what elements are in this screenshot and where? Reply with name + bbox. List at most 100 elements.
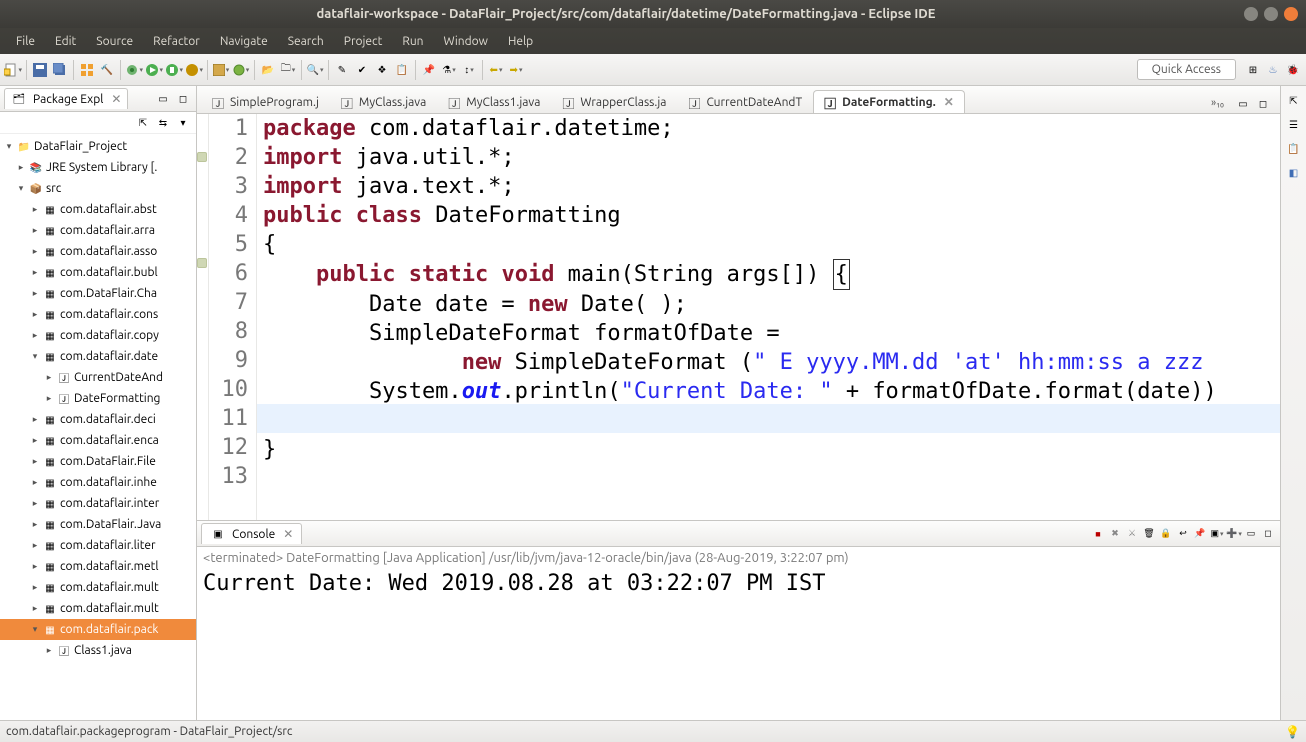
package-node-open[interactable]: ▾▦com.dataflair.date [0,346,196,367]
package-node[interactable]: ▸▦com.dataflair.asso [0,241,196,262]
package-node[interactable]: ▸▦com.dataflair.copy [0,325,196,346]
back-icon[interactable]: ⬅ [487,61,505,79]
menu-source[interactable]: Source [86,35,143,48]
maximize-editor-icon[interactable]: ◻ [1254,95,1272,113]
maximize-button[interactable] [1264,7,1278,21]
close-button[interactable] [1284,7,1298,21]
close-tab-icon[interactable]: ✕ [944,95,954,109]
new-package-icon[interactable] [212,61,230,79]
clear-console-icon[interactable]: 🗑 [1141,526,1157,542]
scroll-lock-icon[interactable]: 🔒 [1158,526,1174,542]
package-node[interactable]: ▸▦com.DataFlair.File [0,451,196,472]
minimize-button[interactable] [1244,7,1258,21]
menu-search[interactable]: Search [278,35,334,48]
coverage-icon[interactable] [165,61,183,79]
package-node[interactable]: ▸▦com.dataflair.deci [0,409,196,430]
editor-tab[interactable]: 🄹SimpleProgram.j [201,90,330,113]
package-node[interactable]: ▸▦com.dataflair.bubl [0,262,196,283]
menu-navigate[interactable]: Navigate [210,35,278,48]
java-perspective-icon[interactable]: ♨ [1264,61,1282,79]
package-explorer-tab[interactable]: 🗂 Package Expl ✕ [4,88,128,109]
run-last-icon[interactable] [185,61,203,79]
collapse-all-icon[interactable]: ⇱ [134,114,152,132]
tip-icon[interactable]: 💡 [1285,725,1300,739]
console-output[interactable]: Current Date: Wed 2019.08.28 at 03:22:07… [197,569,1280,598]
close-view-icon[interactable]: ✕ [111,92,121,106]
open-task-icon[interactable]: 🗀 [279,61,297,79]
maximize-console-icon[interactable]: ◻ [1260,526,1276,542]
package-node[interactable]: ▸▦com.dataflair.liter [0,535,196,556]
annotation-icon[interactable]: ❖ [373,61,391,79]
editor-tab[interactable]: 🄹CurrentDateAndT [677,90,813,113]
task-icon[interactable]: 📋 [393,61,411,79]
task-list-icon[interactable]: 📋 [1285,140,1303,158]
more-tabs-button[interactable]: »₁₀ [1205,93,1230,113]
package-node[interactable]: ▸▦com.dataflair.cons [0,304,196,325]
jre-node[interactable]: ▸📚JRE System Library [. [0,157,196,178]
menu-run[interactable]: Run [392,35,433,48]
package-node[interactable]: ▸▦com.dataflair.mult [0,577,196,598]
open-console-icon[interactable]: ➕ [1226,526,1242,542]
package-tree[interactable]: ▾📁DataFlair_Project ▸📚JRE System Library… [0,134,196,720]
restore-icon[interactable]: ⇱ [1285,92,1303,110]
package-node[interactable]: ▸▦com.dataflair.mult [0,598,196,619]
close-console-icon[interactable]: ✕ [283,527,293,541]
editor-tab-active[interactable]: 🄹DateFormatting.✕ [813,90,965,113]
editor-tab[interactable]: 🄹MyClass.java [330,90,437,113]
package-node[interactable]: ▸▦com.dataflair.enca [0,430,196,451]
new-class-icon[interactable] [232,61,250,79]
mark-icon[interactable]: ✔ [353,61,371,79]
debug-icon[interactable] [125,61,143,79]
pin-icon[interactable]: 📌 [420,61,438,79]
package-node-selected[interactable]: ▾▦com.dataflair.pack [0,619,196,640]
console-tab[interactable]: ▣ Console ✕ [201,523,302,544]
run-icon[interactable] [145,61,163,79]
remove-launch-icon[interactable]: ✖ [1107,526,1123,542]
editor-tab[interactable]: 🄹WrapperClass.ja [551,90,677,113]
wand-icon[interactable]: ✎ [333,61,351,79]
menu-help[interactable]: Help [498,35,543,48]
menu-window[interactable]: Window [434,35,498,48]
package-node[interactable]: ▸▦com.DataFlair.Java [0,514,196,535]
java-file-node[interactable]: ▸🄹CurrentDateAnd [0,367,196,388]
remove-all-icon[interactable]: ⚔ [1124,526,1140,542]
fold-marker-icon[interactable] [197,152,207,162]
maximize-view-icon[interactable]: ◻ [174,90,192,108]
package-node[interactable]: ▸▦com.dataflair.inhe [0,472,196,493]
open-type-icon[interactable]: 📂 [259,61,277,79]
terminate-icon[interactable]: ■ [1090,526,1106,542]
quick-access-input[interactable]: Quick Access [1137,59,1236,80]
editor-tab[interactable]: 🄹MyClass1.java [437,90,551,113]
open-perspective-icon[interactable]: ⊞ [1244,61,1262,79]
menu-edit[interactable]: Edit [45,35,86,48]
src-node[interactable]: ▾📦src [0,178,196,199]
fold-marker-icon[interactable] [197,258,207,268]
minimize-view-icon[interactable]: ▭ [154,90,172,108]
project-node[interactable]: ▾📁DataFlair_Project [0,136,196,157]
search-icon[interactable]: 🔍 [306,61,324,79]
package-node[interactable]: ▸▦com.dataflair.metl [0,556,196,577]
code-content[interactable]: package com.dataflair.datetime; import j… [257,114,1280,520]
outline-view-icon[interactable]: ◧ [1285,164,1303,182]
minimize-console-icon[interactable]: ▭ [1243,526,1259,542]
toggle-breadcrumb-icon[interactable] [78,61,96,79]
package-node[interactable]: ▸▦com.dataflair.abst [0,199,196,220]
word-wrap-icon[interactable]: ↩ [1175,526,1191,542]
menu-refactor[interactable]: Refactor [143,35,210,48]
filter-icon[interactable]: ⚗ [440,61,458,79]
menu-file[interactable]: File [6,35,45,48]
save-icon[interactable] [31,61,49,79]
build-icon[interactable]: 🔨 [98,61,116,79]
code-editor[interactable]: 1 2 3 4 5 6 7 8 9 10 11 12 13 package co… [197,114,1280,520]
forward-icon[interactable]: ➡ [507,61,525,79]
new-icon[interactable] [4,61,22,79]
link-editor-icon[interactable]: ⇆ [154,114,172,132]
save-all-icon[interactable] [51,61,69,79]
java-file-node[interactable]: ▸🄹DateFormatting [0,388,196,409]
sort-icon[interactable]: ↕ [460,61,478,79]
pin-console-icon[interactable]: 📌 [1192,526,1208,542]
menu-project[interactable]: Project [334,35,393,48]
display-console-icon[interactable]: ▣ [1209,526,1225,542]
outline-icon[interactable]: ☰ [1285,116,1303,134]
package-node[interactable]: ▸▦com.dataflair.inter [0,493,196,514]
